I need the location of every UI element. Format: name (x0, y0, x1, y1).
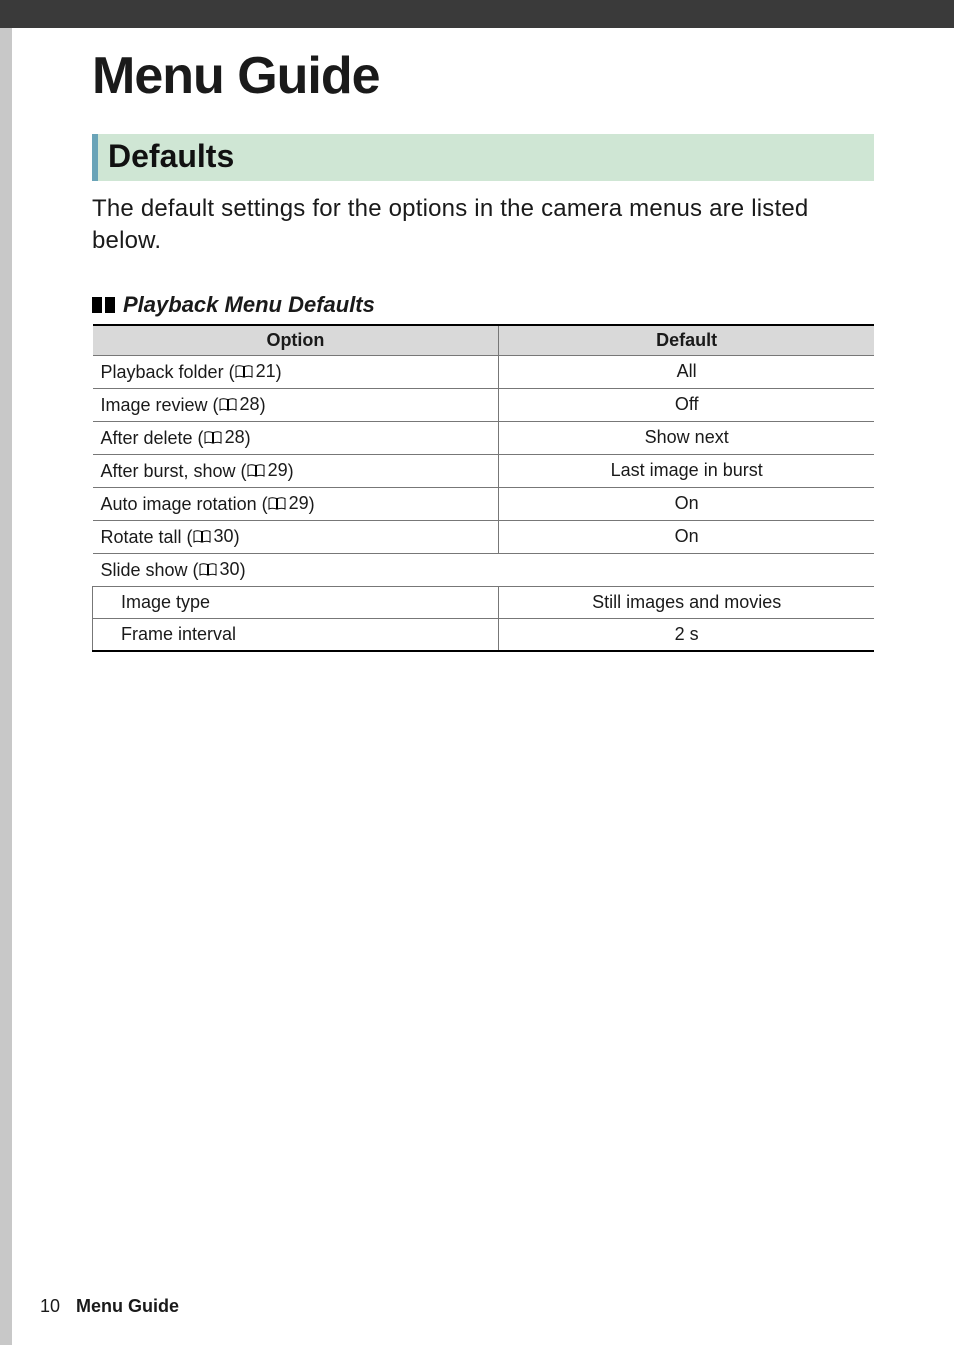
option-cell-sub: Frame interval (93, 618, 499, 651)
table-row: After delete ( 28)Show next (93, 421, 875, 454)
page-reference: 30 (193, 526, 234, 547)
page-reference: 29 (268, 493, 309, 514)
table-row: After burst, show ( 29)Last image in bur… (93, 454, 875, 487)
default-cell: On (499, 487, 874, 520)
table-row-group: Slide show ( 30) (93, 553, 875, 586)
defaults-table: Option Default Playback folder ( 21)AllI… (92, 324, 874, 652)
page-ref-icon (193, 530, 211, 543)
option-cell: Image review ( 28) (93, 388, 499, 421)
option-cell: After delete ( 28) (93, 421, 499, 454)
table-row: Rotate tall ( 30)On (93, 520, 875, 553)
default-cell: Show next (499, 421, 874, 454)
page-ref-icon (219, 398, 237, 411)
page-ref-icon (204, 431, 222, 444)
page-reference: 28 (219, 394, 260, 415)
top-bar (0, 0, 954, 28)
table-header-option: Option (93, 325, 499, 356)
chapter-title: Menu Guide (92, 46, 874, 106)
footer-chapter-name: Menu Guide (76, 1296, 179, 1317)
option-cell: Auto image rotation ( 29) (93, 487, 499, 520)
page-reference: 21 (235, 361, 276, 382)
subsection-title: Playback Menu Defaults (123, 292, 375, 318)
default-cell: All (499, 355, 874, 388)
subsection-marker-icon (92, 297, 115, 313)
page-reference: 29 (247, 460, 288, 481)
option-cell: Playback folder ( 21) (93, 355, 499, 388)
table-row-sub: Image typeStill images and movies (93, 586, 875, 618)
default-cell: 2 s (499, 618, 874, 651)
option-cell: After burst, show ( 29) (93, 454, 499, 487)
subsection-heading: Playback Menu Defaults (92, 292, 874, 318)
table-row-sub: Frame interval2 s (93, 618, 875, 651)
page-reference: 30 (199, 559, 240, 580)
page-reference: 28 (204, 427, 245, 448)
section-title: Defaults (108, 138, 864, 175)
table-row: Auto image rotation ( 29)On (93, 487, 875, 520)
intro-paragraph: The default settings for the options in … (92, 193, 874, 258)
default-cell: Last image in burst (499, 454, 874, 487)
footer-page-number: 10 (40, 1296, 60, 1317)
table-row: Playback folder ( 21)All (93, 355, 875, 388)
option-cell: Slide show ( 30) (93, 553, 875, 586)
page-ref-icon (247, 464, 265, 477)
left-edge-stripe (0, 28, 12, 1345)
option-cell-sub: Image type (93, 586, 499, 618)
section-heading-bar: Defaults (92, 134, 874, 181)
page-ref-icon (235, 365, 253, 378)
page-content: Menu Guide Defaults The default settings… (12, 28, 954, 652)
table-row: Image review ( 28)Off (93, 388, 875, 421)
page-ref-icon (268, 497, 286, 510)
page-footer: 10 Menu Guide (40, 1296, 179, 1317)
default-cell: On (499, 520, 874, 553)
default-cell: Off (499, 388, 874, 421)
table-header-default: Default (499, 325, 874, 356)
default-cell: Still images and movies (499, 586, 874, 618)
page-ref-icon (199, 563, 217, 576)
option-cell: Rotate tall ( 30) (93, 520, 499, 553)
